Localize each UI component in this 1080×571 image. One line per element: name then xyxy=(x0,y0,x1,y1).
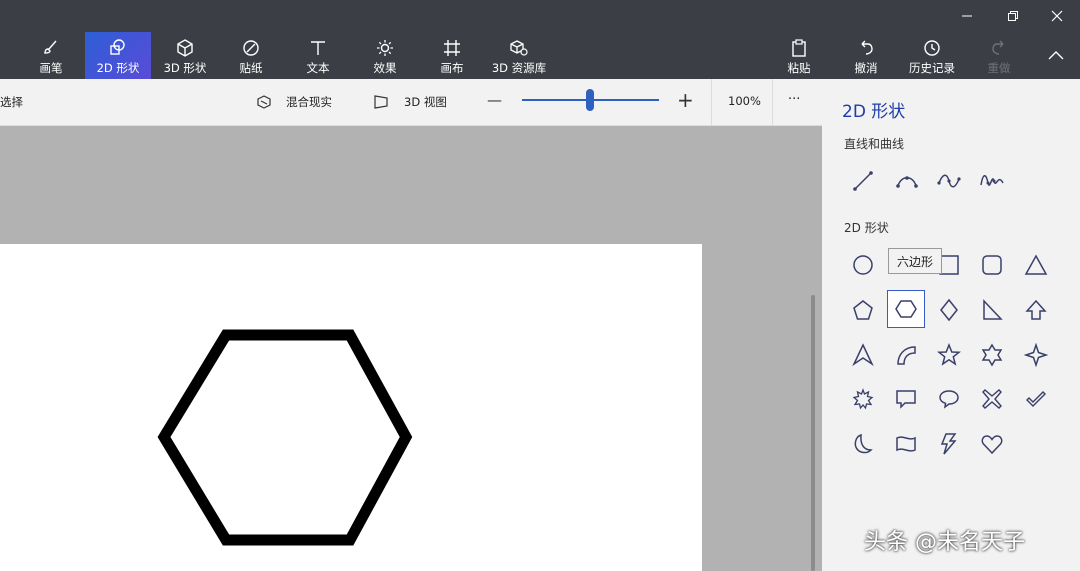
minimize-icon[interactable] xyxy=(944,0,990,32)
close-icon[interactable] xyxy=(1034,0,1080,32)
tab-effects[interactable]: 效果 xyxy=(352,32,418,79)
paste-icon xyxy=(792,39,806,57)
divider xyxy=(711,79,712,126)
tab-stickers[interactable]: 贴纸 xyxy=(218,32,284,79)
3d-cube-icon xyxy=(177,39,193,57)
shapes-section-label: 2D 形状 xyxy=(844,221,889,235)
3d-view-icon xyxy=(374,95,388,109)
effects-icon xyxy=(377,40,393,56)
star-6-icon[interactable] xyxy=(973,336,1011,374)
tab-label: 历史记录 xyxy=(909,61,955,75)
curve-icon[interactable] xyxy=(888,162,926,200)
wave-curve-icon[interactable] xyxy=(930,162,968,200)
quarter-circle-icon[interactable] xyxy=(887,336,925,374)
toolbar: 选择 混合现实 3D 视图 — + 100% ··· xyxy=(0,79,822,126)
drawing-canvas[interactable] xyxy=(0,244,702,571)
vertical-scrollbar[interactable] xyxy=(811,295,815,571)
speech-bubble-oval-icon[interactable] xyxy=(930,380,968,418)
hexagon-selected-icon[interactable] xyxy=(887,290,925,328)
x-icon[interactable] xyxy=(973,380,1011,418)
3d-library-icon xyxy=(510,40,528,56)
text-icon xyxy=(311,41,325,55)
rounded-square-icon[interactable] xyxy=(973,246,1011,284)
star-5-icon[interactable] xyxy=(930,336,968,374)
shapes-panel: 2D 形状 直线和曲线 2D 形状 xyxy=(822,79,1080,571)
tab-label: 3D 资源库 xyxy=(491,61,547,75)
line-icon[interactable] xyxy=(844,162,882,200)
tab-text[interactable]: 文本 xyxy=(285,32,351,79)
tab-label: 画笔 xyxy=(39,61,63,75)
checkmark-icon[interactable] xyxy=(1017,380,1055,418)
mixed-reality-button[interactable]: 混合现实 xyxy=(286,94,332,110)
canvas-icon xyxy=(444,40,460,56)
diamond-icon[interactable] xyxy=(930,291,968,329)
tab-3d-library[interactable]: 3D 资源库 xyxy=(486,32,552,79)
crescent-icon[interactable] xyxy=(844,425,882,463)
right-triangle-icon[interactable] xyxy=(973,291,1011,329)
redo-icon xyxy=(992,40,1004,55)
history-button[interactable]: 历史记录 xyxy=(899,32,965,79)
watermark: 头条 @未名天子 xyxy=(864,530,1025,555)
lightning-icon[interactable] xyxy=(930,425,968,463)
heart-icon[interactable] xyxy=(973,425,1011,463)
tab-label: 撤消 xyxy=(854,61,878,75)
more-button[interactable]: ··· xyxy=(788,92,800,107)
3d-view-button[interactable]: 3D 视图 xyxy=(404,94,447,110)
tab-label: 文本 xyxy=(306,61,330,75)
banner-icon[interactable] xyxy=(887,425,925,463)
tab-label: 重做 xyxy=(987,61,1011,75)
tab-label: 3D 形状 xyxy=(163,61,207,75)
zoom-slider-thumb[interactable] xyxy=(586,89,594,111)
brush-icon xyxy=(44,40,57,54)
select-button[interactable]: 选择 xyxy=(0,94,23,110)
2d-shapes-icon xyxy=(110,39,125,55)
circle-icon[interactable] xyxy=(844,246,882,284)
undo-icon xyxy=(861,40,873,55)
chevron-up-icon[interactable] xyxy=(1044,46,1068,66)
divider xyxy=(772,79,773,126)
arrow-up-icon[interactable] xyxy=(1017,291,1055,329)
tab-3d-shapes[interactable]: 3D 形状 xyxy=(152,32,218,79)
redo-button[interactable]: 重做 xyxy=(966,32,1032,79)
tab-label: 粘贴 xyxy=(787,61,811,75)
restore-icon[interactable] xyxy=(990,0,1036,32)
star-4-icon[interactable] xyxy=(1017,336,1055,374)
tab-label: 贴纸 xyxy=(239,61,263,75)
hexagon-shape[interactable] xyxy=(0,244,702,571)
arrowhead-icon[interactable] xyxy=(844,336,882,374)
tab-2d-shapes[interactable]: 2D 形状 xyxy=(85,32,151,79)
tab-brushes[interactable]: 画笔 xyxy=(18,32,84,79)
panel-title: 2D 形状 xyxy=(842,102,906,122)
speech-bubble-rect-icon[interactable] xyxy=(887,380,925,418)
hexagon-tooltip: 六边形 xyxy=(888,248,943,274)
tab-label: 2D 形状 xyxy=(96,61,140,75)
history-icon xyxy=(924,40,940,56)
burst-icon[interactable] xyxy=(844,380,882,418)
tab-canvas[interactable]: 画布 xyxy=(419,32,485,79)
undo-button[interactable]: 撤消 xyxy=(833,32,899,79)
zoom-out-button[interactable]: — xyxy=(487,91,502,109)
zoom-in-button[interactable]: + xyxy=(677,88,694,112)
zoom-value: 100% xyxy=(728,94,761,108)
pentagon-icon[interactable] xyxy=(844,291,882,329)
triangle-icon[interactable] xyxy=(1017,246,1055,284)
tab-label: 效果 xyxy=(373,61,397,75)
lines-section-label: 直线和曲线 xyxy=(844,137,905,151)
paste-button[interactable]: 粘贴 xyxy=(766,32,832,79)
tab-label: 画布 xyxy=(440,61,464,75)
multi-curve-icon[interactable] xyxy=(973,162,1011,200)
top-ribbon: 画笔 2D 形状 3D 形状 贴纸 文本 效果 画布 3D 资源库 粘贴 撤消 … xyxy=(0,0,1080,79)
mixed-reality-icon xyxy=(257,95,271,109)
sticker-icon xyxy=(243,40,259,56)
